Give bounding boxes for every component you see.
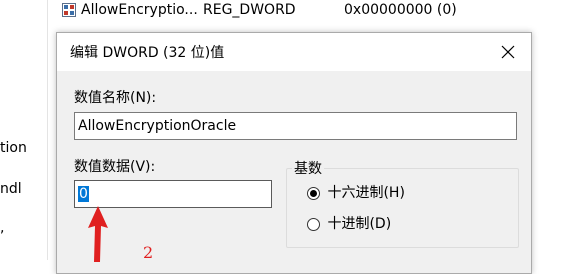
value-data-cell: 0x00000000 (0) bbox=[344, 2, 457, 18]
radio-dec-label: 十进制(D) bbox=[327, 216, 392, 232]
reg-binary-icon bbox=[62, 3, 76, 17]
dialog-title: 编辑 DWORD (32 位)值 bbox=[70, 45, 225, 61]
radio-unchecked-icon bbox=[307, 217, 320, 231]
value-name-label: 数值名称(N): bbox=[74, 90, 157, 106]
close-icon bbox=[501, 45, 515, 59]
value-data-label: 数值数据(V): bbox=[74, 159, 156, 175]
registry-value-row[interactable]: AllowEncryptio... REG_DWORD 0x00000000 (… bbox=[48, 0, 578, 22]
value-name-cell: AllowEncryptio... bbox=[81, 2, 198, 18]
base-groupbox bbox=[286, 168, 519, 248]
tree-item[interactable]: tion bbox=[0, 140, 27, 156]
tree-item[interactable]: ndl bbox=[0, 181, 22, 197]
close-button[interactable] bbox=[485, 33, 531, 71]
value-name-text: AllowEncryptionOracle bbox=[78, 118, 237, 134]
registry-tree-pane[interactable]: tion ndl , bbox=[0, 0, 48, 260]
radio-decimal[interactable]: 十进制(D) bbox=[307, 216, 391, 232]
red-arrow-icon bbox=[88, 206, 108, 262]
tree-item[interactable]: , bbox=[0, 220, 4, 236]
radio-hexadecimal[interactable]: 十六进制(H) bbox=[307, 185, 405, 201]
edit-dword-dialog: 编辑 DWORD (32 位)值 数值名称(N): AllowEncryptio… bbox=[56, 32, 532, 274]
annotation-number: 2 bbox=[143, 243, 154, 262]
value-name-field[interactable]: AllowEncryptionOracle bbox=[74, 112, 517, 140]
value-data-field[interactable]: 0 bbox=[74, 180, 272, 208]
radio-checked-icon bbox=[307, 186, 320, 200]
base-label: 基数 bbox=[292, 158, 324, 178]
value-data-text: 0 bbox=[78, 186, 89, 202]
dialog-title-bar[interactable]: 编辑 DWORD (32 位)值 bbox=[57, 33, 531, 71]
radio-hex-label: 十六进制(H) bbox=[327, 185, 405, 201]
value-type-cell: REG_DWORD bbox=[203, 2, 296, 18]
